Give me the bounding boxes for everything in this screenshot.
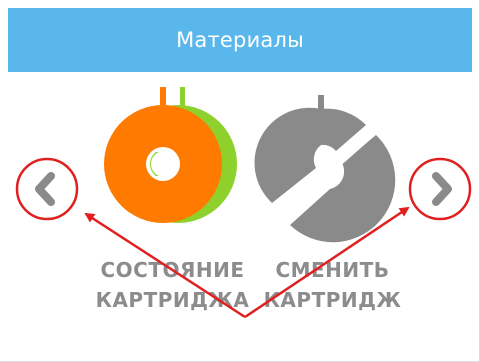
next-button[interactable] <box>410 159 470 219</box>
swap-spool-icon <box>254 95 396 243</box>
label-line-1: СОСТОЯНИЕ <box>100 258 245 282</box>
materials-screen: Материалы СОСТОЯНИЕ КАРТРИДЖА СМЕНИТЬ КА… <box>0 0 480 362</box>
label-line-1: СМЕНИТЬ <box>275 258 390 282</box>
spool-icon <box>104 87 237 223</box>
change-cartridge-label: СМЕНИТЬ КАРТРИДЖ <box>250 255 415 315</box>
cartridge-status-label: СОСТОЯНИЕ КАРТРИДЖА <box>90 255 255 315</box>
chevron-right-icon <box>432 172 452 206</box>
change-cartridge-tile[interactable]: СМЕНИТЬ КАРТРИДЖ <box>250 85 415 312</box>
header-bar: Материалы <box>8 8 472 72</box>
chevron-left-icon <box>35 172 55 206</box>
label-line-2: КАРТРИДЖА <box>95 288 250 312</box>
prev-button[interactable] <box>17 159 77 219</box>
label-line-2: КАРТРИДЖ <box>263 288 402 312</box>
page-title: Материалы <box>176 28 304 52</box>
cartridge-status-tile[interactable]: СОСТОЯНИЕ КАРТРИДЖА <box>90 85 255 312</box>
